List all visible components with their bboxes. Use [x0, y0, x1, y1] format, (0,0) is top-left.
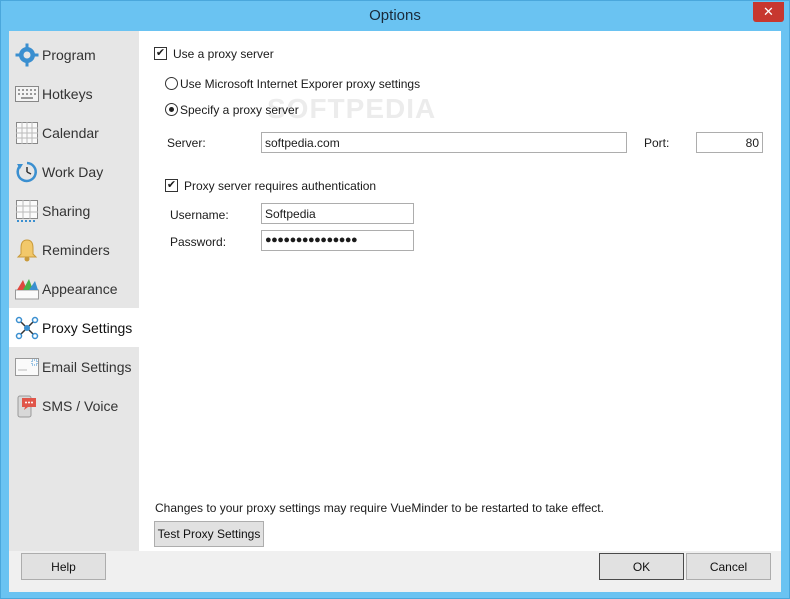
test-proxy-button[interactable]: Test Proxy Settings: [154, 521, 264, 547]
palette-icon: [14, 276, 40, 302]
sidebar-item-sharing[interactable]: Sharing: [9, 191, 139, 230]
close-button[interactable]: ✕: [753, 2, 784, 22]
network-icon: [14, 315, 40, 341]
title-bar[interactable]: Options ✕: [1, 1, 789, 31]
ie-proxy-radio[interactable]: [165, 77, 178, 90]
clock-icon: [14, 159, 40, 185]
sharing-icon: [14, 198, 40, 224]
username-input[interactable]: Softpedia: [261, 203, 414, 224]
specify-proxy-label: Specify a proxy server: [180, 103, 299, 117]
sidebar-item-label: Work Day: [42, 163, 104, 180]
port-label: Port:: [644, 136, 670, 150]
envelope-icon: [14, 354, 40, 380]
calendar-icon: [14, 120, 40, 146]
sidebar-item-label: SMS / Voice: [42, 397, 119, 414]
options-window: Options ✕ Program Hotkeys Calendar Work …: [0, 0, 790, 599]
sidebar-item-proxy-settings[interactable]: Proxy Settings: [9, 308, 139, 347]
cancel-button[interactable]: Cancel: [686, 553, 771, 580]
sidebar: Program Hotkeys Calendar Work Day Sharin…: [9, 31, 139, 551]
phone-icon: [14, 393, 40, 419]
sidebar-item-label: Email Settings: [42, 358, 132, 375]
sidebar-item-sms-voice[interactable]: SMS / Voice: [9, 386, 139, 425]
bell-icon: [14, 237, 40, 263]
sidebar-item-email-settings[interactable]: Email Settings: [9, 347, 139, 386]
sidebar-item-label: Appearance: [42, 280, 118, 297]
password-input[interactable]: ●●●●●●●●●●●●●●●: [261, 230, 414, 251]
use-proxy-checkbox[interactable]: ✔: [154, 47, 167, 60]
sidebar-item-label: Reminders: [42, 241, 110, 258]
gear-icon: [14, 42, 40, 68]
sidebar-item-label: Calendar: [42, 124, 99, 141]
sidebar-item-appearance[interactable]: Appearance: [9, 269, 139, 308]
sidebar-item-work-day[interactable]: Work Day: [9, 152, 139, 191]
window-title: Options: [369, 7, 421, 24]
sidebar-item-label: Hotkeys: [42, 85, 93, 102]
use-proxy-label: Use a proxy server: [173, 47, 274, 61]
proxy-settings-panel: SOFTPEDIA ✔ Use a proxy server Use Micro…: [139, 31, 781, 551]
ie-proxy-label: Use Microsoft Internet Exporer proxy set…: [180, 77, 421, 91]
server-input[interactable]: softpedia.com: [261, 132, 627, 153]
dialog-client-area: Program Hotkeys Calendar Work Day Sharin…: [9, 31, 781, 592]
sidebar-item-program[interactable]: Program: [9, 35, 139, 74]
auth-checkbox[interactable]: ✔: [165, 179, 178, 192]
sidebar-item-reminders[interactable]: Reminders: [9, 230, 139, 269]
keyboard-icon: [14, 81, 40, 107]
sidebar-item-label: Proxy Settings: [42, 319, 133, 336]
port-input[interactable]: 80: [696, 132, 763, 153]
ok-button[interactable]: OK: [599, 553, 684, 580]
sidebar-item-label: Sharing: [42, 202, 91, 219]
sidebar-item-label: Program: [42, 46, 96, 63]
restart-note: Changes to your proxy settings may requi…: [155, 501, 604, 515]
help-button[interactable]: Help: [21, 553, 106, 580]
username-label: Username:: [170, 208, 229, 222]
sidebar-item-calendar[interactable]: Calendar: [9, 113, 139, 152]
password-label: Password:: [170, 235, 227, 249]
server-label: Server:: [167, 136, 206, 150]
sidebar-item-hotkeys[interactable]: Hotkeys: [9, 74, 139, 113]
specify-proxy-radio[interactable]: [165, 103, 178, 116]
auth-label: Proxy server requires authentication: [184, 179, 377, 193]
